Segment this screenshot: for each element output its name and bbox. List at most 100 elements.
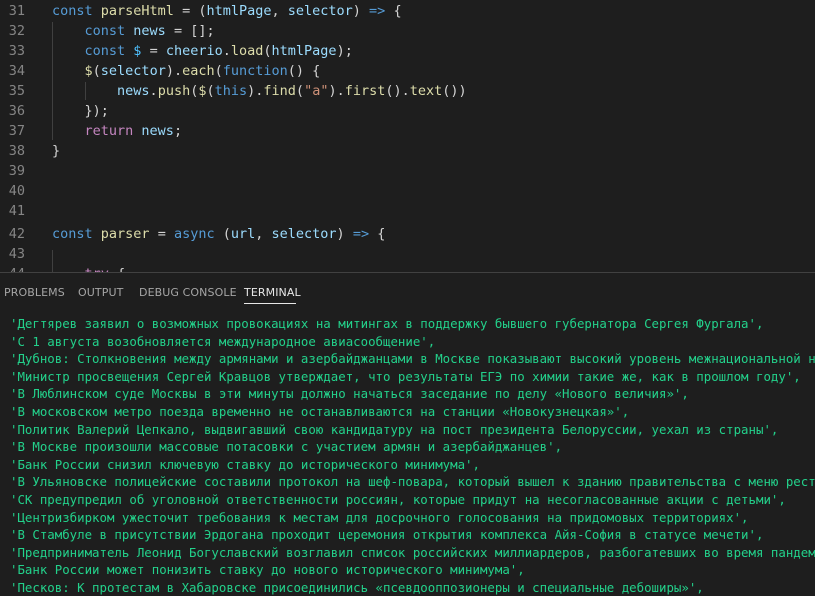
terminal-output[interactable]: 'Дегтярев заявил о возможных провокациях… <box>0 313 815 596</box>
terminal-line: 'СК предупредил об уголовной ответственн… <box>10 492 786 507</box>
code-line[interactable]: 33 const $ = cheerio.load(htmlPage); <box>0 41 815 61</box>
line-number: 37 <box>8 123 25 139</box>
tab-problems[interactable]: PROBLEMS <box>4 286 65 299</box>
code-token: news <box>141 123 174 139</box>
code-token: , <box>271 3 288 19</box>
code-token: push <box>157 83 191 99</box>
line-number: 34 <box>8 63 25 79</box>
code-line[interactable]: 36 }); <box>0 101 815 121</box>
code-token: ) <box>352 3 370 19</box>
terminal-line: 'Банк России снизил ключевую ставку до и… <box>10 456 480 472</box>
code-line[interactable]: 41 <box>0 201 815 221</box>
terminal-line: 'В Ульяновске полицейские составили прот… <box>10 474 815 490</box>
code-token: }); <box>52 103 109 119</box>
line-number: 36 <box>8 103 25 119</box>
code-editor[interactable]: 31 const parseHtml = (htmlPage, selector)… <box>0 0 815 272</box>
code-token: { <box>385 3 402 19</box>
bottom-panel: PROBLEMS OUTPUT DEBUG CONSOLE TERMINAL '… <box>0 272 815 596</box>
code-token: return <box>84 123 142 139</box>
terminal-line: 'Политик Валерий Цепкало, выдвигавший св… <box>10 421 779 437</box>
code-token: ); <box>336 43 353 59</box>
code-token: => <box>352 226 370 242</box>
code-token: ( <box>92 63 101 79</box>
tab-output[interactable]: OUTPUT <box>78 286 123 299</box>
code-token: } <box>52 143 61 159</box>
terminal-line: 'Песков: К протестам в Хабаровске присое… <box>10 580 704 595</box>
code-token: selector <box>271 226 337 242</box>
terminal-line: 'Министр просвещения Сергей Кравцов утве… <box>10 368 801 384</box>
code-text: }); <box>52 101 109 121</box>
code-token: selector <box>287 3 353 19</box>
code-line[interactable]: 35 news.push($(this).find("a").first().t… <box>0 81 815 101</box>
code-token: ). <box>165 63 183 79</box>
line-number: 33 <box>8 43 25 59</box>
terminal-line: 'В Москве произошли массовые потасовки с… <box>10 439 563 455</box>
code-line[interactable]: 38} <box>0 141 815 161</box>
line-number: 41 <box>8 203 25 219</box>
code-token: each <box>182 63 215 79</box>
code-line[interactable]: 32 const news = []; <box>0 21 815 41</box>
code-text: return news; <box>52 121 183 141</box>
code-token: ( <box>263 43 272 59</box>
code-token: ( <box>206 83 215 99</box>
code-token: news <box>133 23 166 39</box>
code-token: . <box>149 83 158 99</box>
line-number: 31 <box>8 3 25 19</box>
code-token: . <box>222 43 231 59</box>
code-token: htmlPage <box>271 43 337 59</box>
tab-debug-console[interactable]: DEBUG CONSOLE <box>139 286 237 299</box>
code-token: => <box>369 3 386 19</box>
line-number: 40 <box>8 183 25 199</box>
code-token: , <box>255 226 272 242</box>
code-token: htmlPage <box>206 3 272 19</box>
line-number: 35 <box>8 83 25 99</box>
terminal-line: 'В московском метро поезда временно не о… <box>10 404 630 419</box>
code-token: (). <box>385 83 410 99</box>
code-token: const <box>84 23 134 39</box>
terminal-line: 'Дубнов: Столкновения между армянами и а… <box>10 351 815 367</box>
code-token: ) <box>336 226 353 242</box>
line-number: 39 <box>8 163 25 179</box>
code-token: parser <box>100 226 150 242</box>
code-token: ). <box>328 83 345 99</box>
code-token: ( <box>295 83 305 99</box>
code-token: cheerio <box>165 43 223 59</box>
code-token: parseHtml <box>100 3 174 19</box>
tab-terminal[interactable]: TERMINAL <box>244 286 301 299</box>
terminal-line: 'Предприниматель Леонид Богуславский воз… <box>10 544 815 560</box>
code-text: const $ = cheerio.load(htmlPage); <box>52 41 353 61</box>
terminal-line: 'С 1 августа возобновляется международно… <box>10 333 436 349</box>
code-token: { <box>369 226 386 242</box>
code-text: const news = []; <box>52 21 215 41</box>
code-token: news <box>117 83 150 99</box>
code-token: first <box>344 83 386 99</box>
code-line[interactable]: 40 <box>0 181 815 201</box>
code-text: news.push($(this).find("a").first().text… <box>52 81 467 101</box>
code-line[interactable]: 37 return news; <box>0 121 815 141</box>
code-token: load <box>230 43 264 59</box>
terminal-line: 'Банк России может понизить ставку до но… <box>10 562 525 578</box>
code-token: = []; <box>165 23 215 39</box>
code-text: } <box>52 141 60 161</box>
code-line[interactable]: 39 <box>0 161 815 181</box>
code-line[interactable]: 43 <box>0 244 815 264</box>
code-text: try { <box>52 264 126 272</box>
code-token: "a" <box>304 83 329 99</box>
code-token: () { <box>287 63 321 79</box>
code-token: = <box>149 226 174 242</box>
code-line[interactable]: 44 try { <box>0 264 815 272</box>
code-token: const <box>52 3 101 19</box>
active-tab-indicator <box>244 303 296 304</box>
code-token: ()) <box>442 83 467 99</box>
code-line[interactable]: 31 const parseHtml = (htmlPage, selector)… <box>0 1 815 21</box>
code-token: const <box>52 226 101 242</box>
code-line[interactable]: 34 $(selector).each(function() { <box>0 61 815 81</box>
code-line[interactable]: 42 const parser = async (url, selector) =… <box>0 224 815 244</box>
code-token: = ( <box>173 3 207 19</box>
line-number: 32 <box>8 23 25 39</box>
code-token: ). <box>247 83 264 99</box>
